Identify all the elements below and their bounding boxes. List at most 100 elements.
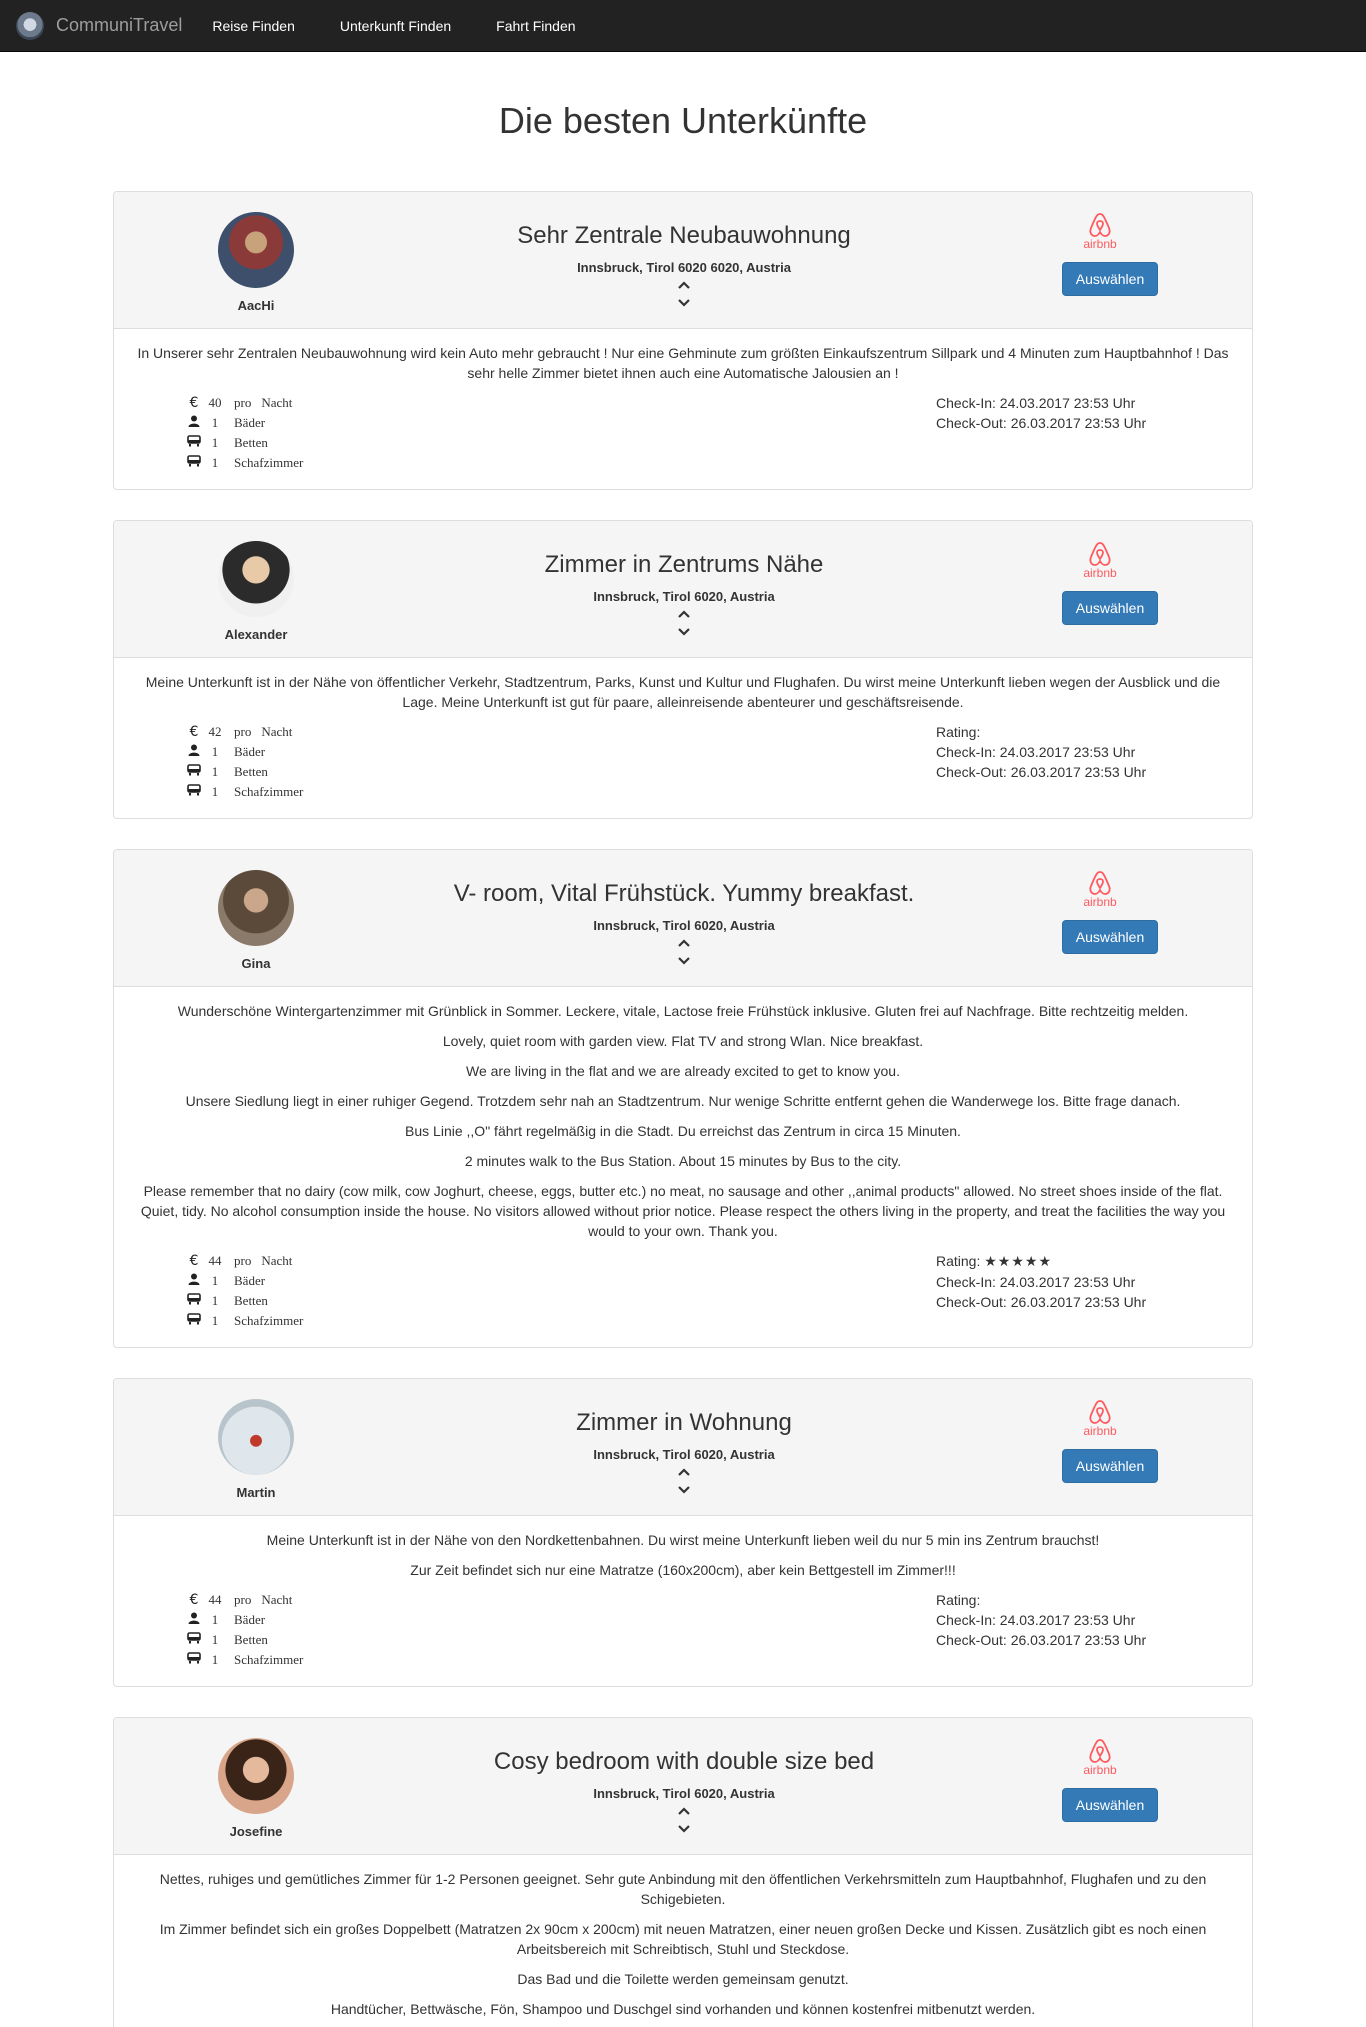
- listing-description: Bus Linie ,,O" fährt regelmäßig in die S…: [405, 1123, 961, 1139]
- listing-header: Josefine Cosy bedroom with double size be…: [114, 1718, 1252, 1855]
- rating-row: Rating: ★★★★★: [936, 1251, 1236, 1272]
- stat-value: 1: [211, 435, 219, 450]
- stat-unit: Betten: [234, 764, 268, 779]
- chevron-up-icon[interactable]: [674, 934, 694, 952]
- listing-info: €40 pro Nacht 1 Bäder 1 Betten 1 Schafzimmer Chec…: [130, 393, 1236, 473]
- host-avatar[interactable]: [218, 1738, 294, 1814]
- stat-value: 1: [211, 1313, 219, 1328]
- host-avatar[interactable]: [218, 870, 294, 946]
- stat-value: 1: [211, 1652, 219, 1667]
- stat-unit-night: Nacht: [261, 395, 293, 410]
- listing-title: Zimmer in Zentrums Nähe: [544, 551, 824, 578]
- listing-card: AacHi Sehr Zentrale Neubauwohnung Innsbruc…: [113, 191, 1253, 490]
- stat-value: 1: [211, 1612, 219, 1627]
- globe-logo-icon: [16, 11, 44, 40]
- listing-card: Martin Zimmer in Wohnung Innsbruck, Tirol …: [113, 1378, 1253, 1687]
- airbnb-logo[interactable]: airbnb: [1080, 1738, 1120, 1777]
- brand-name: CommuniTravel: [56, 15, 183, 35]
- listing-header: AacHi Sehr Zentrale Neubauwohnung Innsbruc…: [114, 192, 1252, 329]
- listing-dates: Rating: Check-In: 24.03.2017 23:53 Uhr Che…: [936, 1590, 1236, 1670]
- chevron-up-icon[interactable]: [674, 1802, 694, 1820]
- select-button[interactable]: Auswählen: [1062, 920, 1158, 954]
- chevron-down-icon[interactable]: [674, 294, 694, 312]
- host-avatar[interactable]: [218, 541, 294, 617]
- stat-row-beds: 1 Betten: [184, 762, 303, 782]
- select-button[interactable]: Auswählen: [1062, 262, 1158, 296]
- listing-description: Lovely, quiet room with garden view. Fla…: [442, 1033, 924, 1049]
- listing-body: Meine Unterkunft ist in der Nähe von den…: [114, 1516, 1252, 1686]
- bed-icon: [184, 1632, 204, 1648]
- chevron-down-icon[interactable]: [674, 1820, 694, 1838]
- airbnb-wordmark: airbnb: [1083, 895, 1117, 909]
- rating-label: Rating:: [936, 1592, 981, 1608]
- airbnb-wordmark: airbnb: [1083, 566, 1117, 580]
- bed-icon: [184, 435, 204, 451]
- nav-reise-finden[interactable]: Reise Finden: [212, 18, 295, 34]
- person-icon: [184, 415, 204, 431]
- select-button[interactable]: Auswählen: [1062, 1449, 1158, 1483]
- host-avatar[interactable]: [218, 1399, 294, 1475]
- listing-card: Gina V- room, Vital Frühstück. Yummy brea…: [113, 849, 1253, 1348]
- bed-icon: [184, 1293, 204, 1309]
- chevron-down-icon[interactable]: [674, 1481, 694, 1499]
- check-out: Check-Out: 26.03.2017 23:53 Uhr: [936, 764, 1147, 780]
- listing-description: Zur Zeit befindet sich nur eine Matratze…: [410, 1562, 956, 1578]
- listing-location: Innsbruck, Tirol 6020, Austria: [593, 1786, 775, 1801]
- listing-description: We are living in the flat and we are alr…: [466, 1063, 900, 1079]
- stat-row-bedrooms: 1 Schafzimmer: [184, 1311, 303, 1331]
- listing-dates: Rating: Check-In: 24.03.2017 23:53 Uhr Che…: [936, 722, 1236, 802]
- airbnb-logo[interactable]: airbnb: [1080, 212, 1120, 251]
- chevron-up-icon[interactable]: [674, 276, 694, 294]
- stat-pro: pro: [234, 1592, 252, 1607]
- listing-body: Nettes, ruhiges und gemütliches Zimmer f…: [114, 1855, 1252, 2027]
- nav-fahrt-finden[interactable]: Fahrt Finden: [496, 18, 575, 34]
- nav-unterkunft-finden[interactable]: Unterkunft Finden: [340, 18, 451, 34]
- stat-row-price: €42 pro Nacht: [184, 722, 303, 742]
- listing-description: Meine Unterkunft ist in der Nähe von den…: [266, 1532, 1100, 1548]
- airbnb-wordmark: airbnb: [1083, 1763, 1117, 1777]
- select-button[interactable]: Auswählen: [1062, 591, 1158, 625]
- host-name: Alexander: [224, 627, 288, 642]
- stat-row-baths: 1 Bäder: [184, 1271, 303, 1291]
- airbnb-logo[interactable]: airbnb: [1080, 541, 1120, 580]
- check-in: Check-In: 24.03.2017 23:53 Uhr: [936, 1274, 1136, 1290]
- chevron-up-icon[interactable]: [674, 605, 694, 623]
- chevron-up-icon[interactable]: [674, 1463, 694, 1481]
- listing-description: Das Bad und die Toilette werden gemeinsa…: [517, 1971, 849, 1987]
- select-button[interactable]: Auswählen: [1062, 1788, 1158, 1822]
- bedroom-icon: [184, 1313, 204, 1329]
- airbnb-logo[interactable]: airbnb: [1080, 870, 1120, 909]
- brand-link[interactable]: CommuniTravel: [16, 11, 183, 40]
- stat-unit-night: Nacht: [261, 1592, 293, 1607]
- chevron-down-icon[interactable]: [674, 623, 694, 641]
- listing-header: Martin Zimmer in Wohnung Innsbruck, Tirol …: [114, 1379, 1252, 1516]
- listing-stats: €40 pro Nacht 1 Bäder 1 Betten 1 Schafzimmer: [184, 393, 303, 473]
- page-title: Die besten Unterkünfte: [498, 100, 868, 141]
- stat-unit: Bäder: [234, 744, 266, 759]
- stat-row-price: €44 pro Nacht: [184, 1590, 303, 1610]
- host-avatar[interactable]: [218, 212, 294, 288]
- bedroom-icon: [184, 1652, 204, 1668]
- airbnb-logo[interactable]: airbnb: [1080, 1399, 1120, 1438]
- person-icon: [184, 1273, 204, 1289]
- listing-card: Alexander Zimmer in Zentrums Nähe Innsbruc…: [113, 520, 1253, 819]
- stat-value: 1: [211, 415, 219, 430]
- rating-row: Rating:: [936, 1590, 1236, 1610]
- chevron-down-icon[interactable]: [674, 952, 694, 970]
- listing-location: Innsbruck, Tirol 6020, Austria: [593, 918, 775, 933]
- stat-value: 44: [208, 1253, 222, 1268]
- stat-row-baths: 1 Bäder: [184, 413, 303, 433]
- listing-description: Unsere Siedlung liegt in einer ruhiger G…: [185, 1093, 1181, 1109]
- stat-value: 1: [211, 1293, 219, 1308]
- rating-label: Rating:: [936, 724, 981, 740]
- euro-icon: €: [189, 1253, 199, 1269]
- listing-header: Gina V- room, Vital Frühstück. Yummy brea…: [114, 850, 1252, 987]
- rating-row: Rating:: [936, 722, 1236, 742]
- check-in: Check-In: 24.03.2017 23:53 Uhr: [936, 1612, 1136, 1628]
- bed-icon: [184, 764, 204, 780]
- listing-description: Meine Unterkunft ist in der Nähe von öff…: [145, 674, 1221, 710]
- listing-description: Im Zimmer befindet sich ein großes Doppe…: [159, 1921, 1207, 1957]
- stat-row-bedrooms: 1 Schafzimmer: [184, 453, 303, 473]
- listing-info: €42 pro Nacht 1 Bäder 1 Betten 1 Schafzimmer Rati…: [130, 722, 1236, 802]
- stat-unit: Schafzimmer: [234, 455, 304, 470]
